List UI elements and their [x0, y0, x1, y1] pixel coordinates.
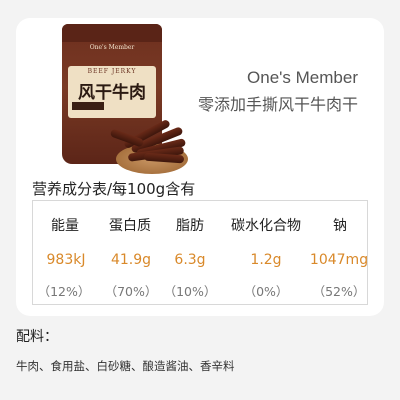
product-card: One's Member BEEF JERKY 风干牛肉 One's Membe…: [16, 18, 384, 316]
bag-top: [62, 24, 162, 42]
header-fat: 脂肪: [176, 218, 204, 234]
bag-chinese-label: 风干牛肉: [78, 83, 146, 103]
product-image: One's Member BEEF JERKY 风干牛肉: [52, 24, 192, 184]
bag-english-label: BEEF JERKY: [87, 68, 137, 75]
nutrition-value-row: 983kJ 41.9g 6.3g 1.2g 1047mg: [33, 248, 369, 272]
nutrition-percent-row: （12%） （70%） （10%） （0%） （52%）: [33, 280, 367, 304]
percent-fat: （10%）: [163, 284, 217, 299]
product-brand: One's Member: [247, 68, 358, 87]
nutrition-table-title: 营养成分表/每100g含有: [32, 180, 196, 198]
percent-protein: （70%）: [104, 284, 158, 299]
header-carbohydrate: 碳水化合物: [231, 218, 301, 234]
header-protein: 蛋白质: [109, 218, 151, 234]
value-energy: 983kJ: [46, 252, 86, 268]
ingredients-list: 牛肉、食用盐、白砂糖、酿造酱油、香辛料: [16, 359, 235, 373]
bag-brand-logo: One's Member: [89, 44, 135, 51]
value-protein: 41.9g: [110, 252, 152, 268]
nutrition-header-row: 能量 蛋白质 脂肪 碳水化合物 钠: [33, 214, 367, 238]
ingredients-title: 配料：: [16, 329, 58, 345]
percent-carbohydrate: （0%）: [243, 284, 289, 299]
header-energy: 能量: [51, 218, 79, 234]
value-sodium: 1047mg: [309, 252, 369, 268]
value-fat: 6.3g: [174, 252, 206, 268]
bag-tag: [72, 102, 104, 110]
percent-sodium: （52%）: [312, 284, 366, 299]
nutrition-table: 能量 蛋白质 脂肪 碳水化合物 钠 983kJ 41.9g 6.3g 1.2g …: [32, 200, 368, 305]
value-carbohydrate: 1.2g: [250, 252, 282, 268]
header-sodium: 钠: [333, 218, 347, 234]
product-name: 零添加手撕风干牛肉干: [197, 95, 358, 114]
percent-energy: （12%）: [37, 284, 91, 299]
bag-label: BEEF JERKY 风干牛肉: [68, 66, 156, 118]
